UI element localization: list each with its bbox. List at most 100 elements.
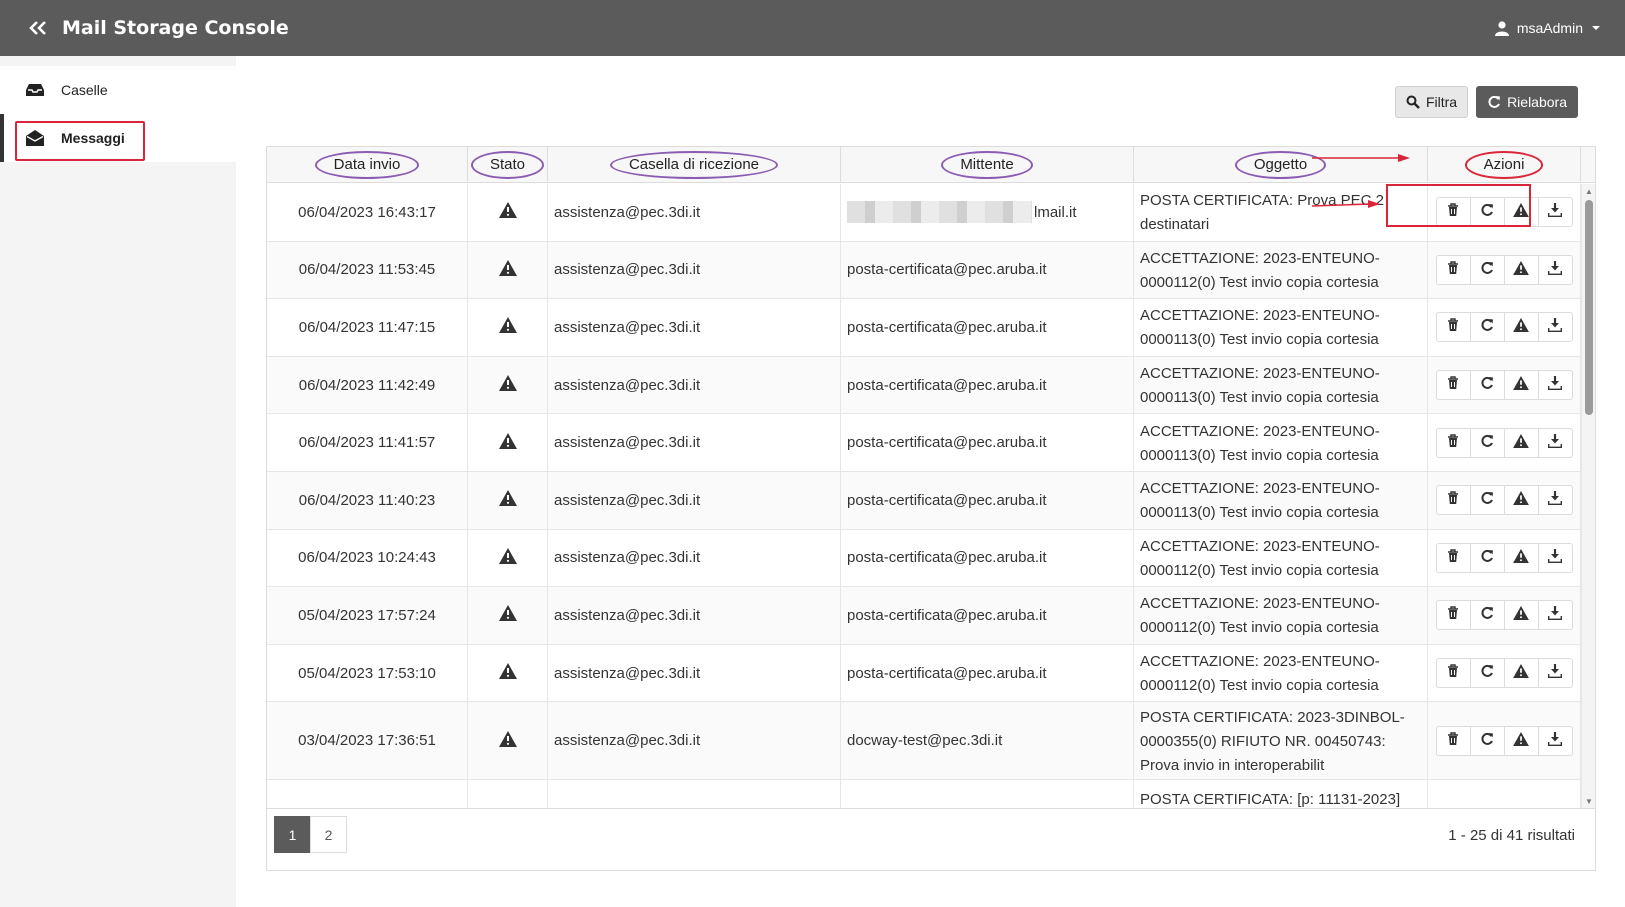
casella-text: assistenza@pec.3di.it (554, 203, 701, 221)
table-row[interactable]: 05/04/2023 17:57:24 assistenza@pec.3di.it… (267, 587, 1595, 645)
error-button[interactable] (1503, 427, 1539, 458)
download-button[interactable] (1537, 427, 1573, 458)
table-row[interactable]: 03/04/2023 17:36:51 assistenza@pec.3di.it… (267, 702, 1595, 781)
download-button[interactable] (1537, 312, 1573, 343)
reprocess-row-button[interactable] (1469, 600, 1505, 631)
error-button[interactable] (1503, 485, 1539, 516)
table-row[interactable]: 06/04/2023 11:40:23 assistenza@pec.3di.it… (267, 471, 1595, 530)
delete-button[interactable] (1435, 658, 1471, 689)
delete-button[interactable] (1435, 427, 1471, 458)
reprocess-row-button[interactable] (1469, 542, 1505, 573)
cell-casella: assistenza@pec.3di.it (548, 299, 841, 356)
download-button[interactable] (1537, 197, 1573, 228)
download-button[interactable] (1537, 658, 1573, 689)
error-button[interactable] (1503, 725, 1539, 756)
error-button[interactable] (1503, 312, 1539, 343)
warning-icon (1513, 376, 1529, 394)
column-header-stato[interactable]: Stato (468, 147, 548, 182)
reprocess-row-button[interactable] (1469, 485, 1505, 516)
page-button-2[interactable]: 2 (310, 816, 347, 853)
table-row[interactable]: POSTA CERTIFICATA: [p: 11131-2023] (267, 780, 1595, 808)
scroll-up-icon[interactable]: ▲ (1584, 186, 1594, 196)
table-row[interactable]: 06/04/2023 16:43:17 assistenza@pec.3di.it… (267, 184, 1595, 242)
cell-oggetto: ACCETTAZIONE: 2023-ENTEUNO- 0000112(0) Te… (1134, 587, 1428, 644)
column-header-oggetto[interactable]: Oggetto (1134, 147, 1428, 182)
table-row[interactable]: 06/04/2023 11:47:15 assistenza@pec.3di.it… (267, 299, 1595, 357)
cell-data-invio: 06/04/2023 11:53:45 (267, 241, 468, 299)
row-actions (1435, 197, 1573, 228)
error-button[interactable] (1503, 600, 1539, 631)
cell-oggetto: ACCETTAZIONE: 2023-ENTEUNO- 0000113(0) Te… (1134, 414, 1428, 471)
cell-azioni (1428, 644, 1581, 702)
filter-button[interactable]: Filtra (1394, 86, 1469, 118)
error-button[interactable] (1503, 197, 1539, 228)
table-scrollbar[interactable]: ▲ ▼ (1581, 184, 1595, 808)
delete-button[interactable] (1435, 370, 1471, 401)
delete-button[interactable] (1435, 485, 1471, 516)
delete-button[interactable] (1435, 197, 1471, 228)
reprocess-row-button[interactable] (1469, 254, 1505, 285)
download-button[interactable] (1537, 485, 1573, 516)
oggetto-line: 0000113(0) Test invio copia cortesia (1140, 331, 1379, 349)
download-button[interactable] (1537, 254, 1573, 285)
download-button[interactable] (1537, 542, 1573, 573)
sidebar-item-messaggi[interactable]: Messaggi (0, 114, 236, 162)
delete-button[interactable] (1435, 600, 1471, 631)
column-header-label: Mittente (941, 150, 1033, 179)
reprocess-row-button[interactable] (1469, 658, 1505, 689)
download-button[interactable] (1537, 725, 1573, 756)
column-header-casella[interactable]: Casella di ricezione (548, 147, 841, 182)
row-actions (1435, 427, 1573, 458)
row-actions (1435, 542, 1573, 573)
warning-icon (1513, 260, 1529, 279)
oggetto-line: ACCETTAZIONE: 2023-ENTEUNO- (1140, 537, 1380, 555)
reprocess-row-button[interactable] (1469, 725, 1505, 756)
oggetto-line: 0000113(0) Test invio copia cortesia (1140, 389, 1379, 407)
oggetto-line: 0000113(0) Test invio copia cortesia (1140, 504, 1379, 522)
cell-oggetto: ACCETTAZIONE: 2023-ENTEUNO- 0000113(0) Te… (1134, 299, 1428, 356)
error-button[interactable] (1503, 254, 1539, 285)
filter-button-label: Filtra (1425, 94, 1458, 110)
error-button[interactable] (1503, 658, 1539, 689)
cell-data-invio: 06/04/2023 11:42:49 (267, 356, 468, 414)
reprocess-row-button[interactable] (1469, 312, 1505, 343)
warning-icon (1513, 548, 1529, 567)
page-button-1[interactable]: 1 (274, 816, 311, 853)
sidebar-item-caselle[interactable]: Caselle (0, 66, 236, 114)
table-row[interactable]: 06/04/2023 11:42:49 assistenza@pec.3di.it… (267, 356, 1595, 415)
download-button[interactable] (1537, 370, 1573, 401)
table-row[interactable]: 06/04/2023 10:24:43 assistenza@pec.3di.it… (267, 529, 1595, 588)
cell-data-invio: 05/04/2023 17:53:10 (267, 644, 468, 702)
column-header-mittente[interactable]: Mittente (841, 147, 1134, 182)
reprocess-row-button[interactable] (1469, 370, 1505, 401)
error-button[interactable] (1503, 542, 1539, 573)
column-header-data-invio[interactable]: Data invio (267, 147, 468, 182)
cell-data-invio (267, 780, 468, 808)
scrollbar-thumb[interactable] (1585, 200, 1593, 415)
cell-casella: assistenza@pec.3di.it (548, 529, 841, 587)
table-row[interactable]: 05/04/2023 17:53:10 assistenza@pec.3di.it… (267, 644, 1595, 703)
scroll-down-icon[interactable]: ▼ (1584, 796, 1594, 806)
reprocess-button[interactable]: Rielabora (1476, 86, 1578, 118)
reprocess-row-button[interactable] (1469, 427, 1505, 458)
date-text: 06/04/2023 11:40:23 (298, 491, 436, 509)
download-icon (1547, 731, 1563, 750)
row-actions (1435, 725, 1573, 756)
oggetto-line: ACCETTAZIONE: 2023-ENTEUNO- (1140, 480, 1380, 498)
user-menu[interactable]: msaAdmin (1494, 0, 1601, 56)
table-row[interactable]: 06/04/2023 11:53:45 assistenza@pec.3di.it… (267, 241, 1595, 300)
oggetto-text: ACCETTAZIONE: 2023-ENTEUNO- 0000112(0) Te… (1140, 247, 1380, 295)
download-button[interactable] (1537, 600, 1573, 631)
delete-button[interactable] (1435, 542, 1471, 573)
delete-button[interactable] (1435, 725, 1471, 756)
top-bar: Mail Storage Console msaAdmin (0, 0, 1625, 56)
table-row[interactable]: 06/04/2023 11:41:57 assistenza@pec.3di.it… (267, 414, 1595, 472)
delete-button[interactable] (1435, 254, 1471, 285)
error-button[interactable] (1503, 370, 1539, 401)
download-icon (1547, 203, 1563, 221)
reprocess-row-button[interactable] (1469, 197, 1505, 228)
cell-oggetto: ACCETTAZIONE: 2023-ENTEUNO- 0000113(0) Te… (1134, 356, 1428, 414)
casella-text: assistenza@pec.3di.it (554, 732, 701, 750)
delete-button[interactable] (1435, 312, 1471, 343)
collapse-sidebar-button[interactable] (20, 10, 56, 46)
